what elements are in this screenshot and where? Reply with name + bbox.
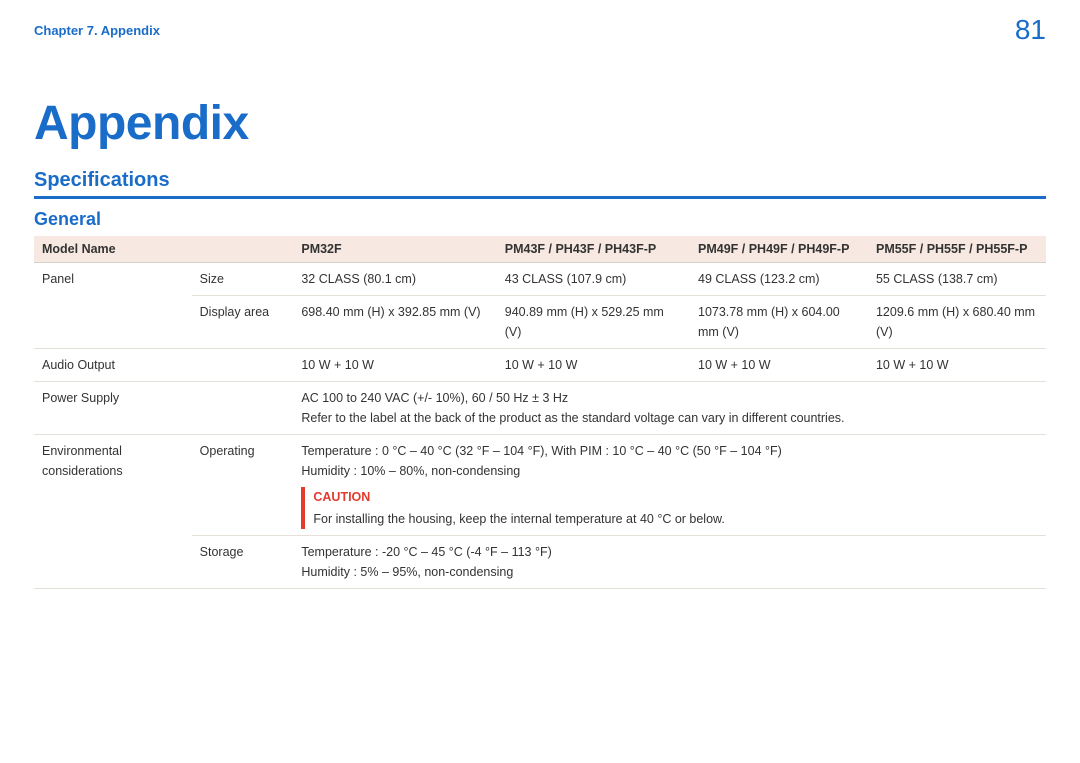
cell-display-area-m2: 940.89 mm (H) x 529.25 mm (V) xyxy=(497,296,690,349)
page-number: 81 xyxy=(1015,14,1046,46)
operating-line2: Humidity : 10% – 80%, non-condensing xyxy=(301,461,1038,481)
header-pm43f: PM43F / PH43F / PH43F-P xyxy=(497,236,690,263)
operating-line1: Temperature : 0 °C – 40 °C (32 °F – 104 … xyxy=(301,441,1038,461)
breadcrumb: Chapter 7. Appendix xyxy=(34,23,160,38)
cell-audio-m3: 10 W + 10 W xyxy=(690,349,868,382)
cell-storage-value: Temperature : -20 °C – 45 °C (-4 °F – 11… xyxy=(293,536,1046,589)
table-header-row: Model Name PM32F PM43F / PH43F / PH43F-P… xyxy=(34,236,1046,263)
power-line1: AC 100 to 240 VAC (+/- 10%), 60 / 50 Hz … xyxy=(301,388,1038,408)
cell-operating-label: Operating xyxy=(192,435,294,536)
table-row: Panel Size 32 CLASS (80.1 cm) 43 CLASS (… xyxy=(34,263,1046,296)
header-pm55f: PM55F / PH55F / PH55F-P xyxy=(868,236,1046,263)
cell-audio-m4: 10 W + 10 W xyxy=(868,349,1046,382)
caution-block: CAUTION For installing the housing, keep… xyxy=(301,487,1038,529)
caution-text: For installing the housing, keep the int… xyxy=(313,509,725,529)
cell-power-supply-value: AC 100 to 240 VAC (+/- 10%), 60 / 50 Hz … xyxy=(293,382,1046,435)
storage-line2: Humidity : 5% – 95%, non-condensing xyxy=(301,562,1038,582)
cell-size-m3: 49 CLASS (123.2 cm) xyxy=(690,263,868,296)
cell-display-area-label: Display area xyxy=(192,296,294,349)
cell-size-label: Size xyxy=(192,263,294,296)
cell-display-area-m4: 1209.6 mm (H) x 680.40 mm (V) xyxy=(868,296,1046,349)
cell-env-label: Environmental considerations xyxy=(34,435,192,589)
header-model-name: Model Name xyxy=(34,236,293,263)
cell-size-m1: 32 CLASS (80.1 cm) xyxy=(293,263,496,296)
page-title: Appendix xyxy=(34,96,1046,151)
power-line2: Refer to the label at the back of the pr… xyxy=(301,408,1038,428)
cell-display-area-m1: 698.40 mm (H) x 392.85 mm (V) xyxy=(293,296,496,349)
cell-audio-m1: 10 W + 10 W xyxy=(293,349,496,382)
specifications-table: Model Name PM32F PM43F / PH43F / PH43F-P… xyxy=(34,236,1046,589)
page-content: Appendix Specifications General Model Na… xyxy=(0,96,1080,589)
cell-panel-label: Panel xyxy=(34,263,192,349)
table-row: Environmental considerations Operating T… xyxy=(34,435,1046,536)
table-row: Audio Output 10 W + 10 W 10 W + 10 W 10 … xyxy=(34,349,1046,382)
cell-display-area-m3: 1073.78 mm (H) x 604.00 mm (V) xyxy=(690,296,868,349)
cell-operating-value: Temperature : 0 °C – 40 °C (32 °F – 104 … xyxy=(293,435,1046,536)
cell-size-m2: 43 CLASS (107.9 cm) xyxy=(497,263,690,296)
cell-power-supply-label: Power Supply xyxy=(34,382,293,435)
caution-label: CAUTION xyxy=(313,487,725,507)
table-row: Power Supply AC 100 to 240 VAC (+/- 10%)… xyxy=(34,382,1046,435)
cell-size-m4: 55 CLASS (138.7 cm) xyxy=(868,263,1046,296)
cell-storage-label: Storage xyxy=(192,536,294,589)
caution-bar-icon xyxy=(301,487,305,529)
section-specifications: Specifications xyxy=(34,169,1046,199)
header-pm32f: PM32F xyxy=(293,236,496,263)
cell-audio-output-label: Audio Output xyxy=(34,349,293,382)
page-header: Chapter 7. Appendix 81 xyxy=(0,0,1080,54)
subsection-general: General xyxy=(34,209,1046,230)
storage-line1: Temperature : -20 °C – 45 °C (-4 °F – 11… xyxy=(301,542,1038,562)
cell-audio-m2: 10 W + 10 W xyxy=(497,349,690,382)
header-pm49f: PM49F / PH49F / PH49F-P xyxy=(690,236,868,263)
